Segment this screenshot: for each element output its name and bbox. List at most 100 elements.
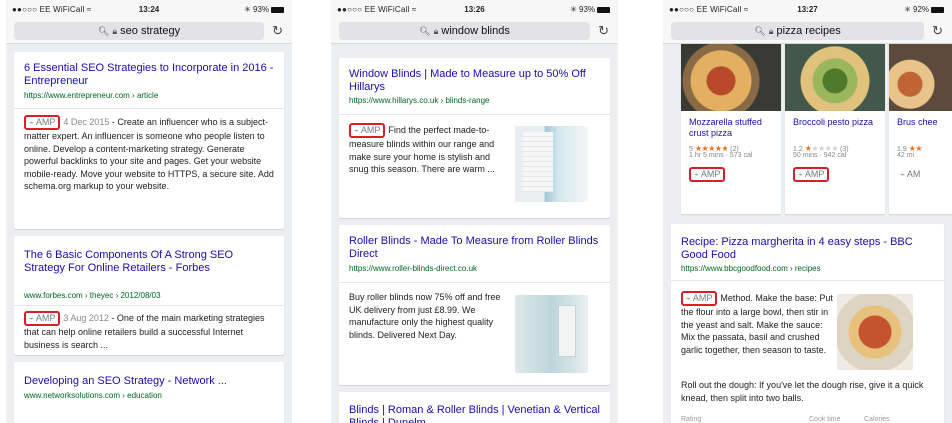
amp-badge: ⌁ AMP: [24, 311, 61, 326]
search-field[interactable]: 🔍︎ 🔒︎ window blinds: [339, 22, 590, 40]
result-snippet: ⌁ AMP Find the perfect made-to-measure bli…: [349, 123, 505, 176]
result-url: https://www.hillarys.co.uk › blinds-rang…: [349, 96, 490, 105]
result-card: 6 Essential SEO Strategies to Incorporat…: [14, 52, 284, 229]
result-snippet-continued: Roll out the dough: If you've let the do…: [681, 380, 924, 403]
result-url: https://www.bbcgoodfood.com › recipes: [681, 264, 821, 273]
url-bar: 🔍︎ 🔒︎ pizza recipes ↻: [663, 18, 952, 44]
recipe-image: [785, 44, 885, 111]
divider: [14, 108, 284, 109]
result-title-link[interactable]: Window Blinds | Made to Measure up to 50…: [349, 68, 600, 94]
status-bar: ●●○○○ EE WiFiCall ≈ 13:24 ✳ 93%: [6, 0, 292, 18]
url-bar: 🔍︎ 🔒︎ window blinds ↻: [331, 18, 618, 44]
result-title-link[interactable]: The 6 Basic Components Of A Strong SEO S…: [24, 249, 274, 275]
amp-badge: ⌁ AMP: [681, 291, 718, 306]
status-bar: ●●○○○ EE WiFiCall ≈ 13:27 ✳ 92%: [663, 0, 952, 18]
result-url: www.forbes.com › theyec › 2012/08/03: [24, 291, 161, 300]
recipe-meta: 42 mi: [897, 152, 915, 159]
cook-time-label: Cook time: [809, 416, 841, 423]
rating-label: Rating: [681, 416, 702, 423]
battery-icon: [271, 6, 284, 13]
divider: [339, 114, 610, 115]
result-title-link[interactable]: 6 Essential SEO Strategies to Incorporat…: [24, 62, 274, 88]
amp-bolt-icon: ⌁: [29, 314, 34, 323]
amp-bolt-icon: ⌁: [900, 170, 905, 179]
result-card: Blinds | Roman & Roller Blinds | Venetia…: [339, 392, 610, 423]
result-url: https://www.entrepreneur.com › article: [24, 91, 159, 100]
amp-badge: ⌁ AMP: [689, 167, 726, 182]
amp-badge: ⌁ AMP: [793, 167, 830, 182]
result-snippet: ⌁ AMP Method. Make the base: Put the flour…: [681, 291, 839, 356]
amp-bolt-icon: ⌁: [29, 118, 34, 127]
result-card: Recipe: Pizza margherita in 4 easy steps…: [671, 224, 944, 423]
recipe-title: Broccoli pesto pizza: [793, 117, 874, 127]
amp-badge: ⌁ AMP: [24, 115, 61, 130]
status-bar: ●●○○○ EE WiFiCall ≈ 13:26 ✳ 93%: [331, 0, 618, 18]
search-icon: 🔍︎: [754, 26, 766, 36]
reload-icon[interactable]: ↻: [932, 23, 943, 39]
result-title-link[interactable]: Blinds | Roman & Roller Blinds | Venetia…: [349, 404, 600, 423]
recipe-meta: 50 mins · 942 cal: [793, 152, 847, 159]
result-date: 3 Aug 2012: [63, 313, 109, 323]
result-card: The 6 Basic Components Of A Strong SEO S…: [14, 236, 284, 355]
amp-badge: ⌁ AMP: [349, 123, 386, 138]
result-snippet: ⌁ AMP 3 Aug 2012 - One of the main marketi…: [24, 311, 274, 351]
divider: [339, 282, 610, 283]
recipe-meta: 1 hr 5 mins · 573 cal: [689, 152, 753, 159]
search-icon: 🔍︎: [97, 26, 110, 36]
battery-indicator: ✳ 93%: [570, 5, 610, 14]
recipe-card[interactable]: Mozzarella stuffed crust pizza 5 ★★★★★ (…: [681, 44, 781, 214]
result-snippet: ⌁ AMP 4 Dec 2015 - Create an influencer wh…: [24, 115, 274, 193]
result-thumbnail-image[interactable]: [515, 295, 588, 373]
lock-icon: 🔒︎: [433, 26, 439, 36]
recipe-title: Mozzarella stuffed crust pizza: [689, 117, 762, 138]
recipe-image: [681, 44, 781, 111]
url-bar: 🔍︎ 🔒︎ seo strategy ↻: [6, 18, 292, 44]
result-thumbnail-image[interactable]: [837, 294, 913, 370]
phone-screen-blinds: ●●○○○ EE WiFiCall ≈ 13:26 ✳ 93% 🔍︎ 🔒︎ wind…: [331, 0, 618, 423]
amp-bolt-icon: ⌁: [798, 170, 803, 179]
battery-indicator: ✳ 92%: [904, 5, 944, 14]
divider: [671, 280, 944, 281]
divider: [14, 305, 284, 306]
result-date: 4 Dec 2015: [63, 117, 110, 127]
search-field[interactable]: 🔍︎ 🔒︎ seo strategy: [14, 22, 264, 40]
recipe-card[interactable]: Broccoli pesto pizza 1.2 ★★★★★ (3) 50 mi…: [785, 44, 885, 214]
amp-badge: ⌁ AM: [900, 169, 921, 179]
recipe-amp: ⌁ AM: [897, 164, 926, 182]
battery-icon: [931, 6, 944, 13]
search-icon: 🔍︎: [419, 26, 431, 36]
lock-icon: 🔒︎: [768, 26, 774, 36]
calories-label: Calories: [864, 416, 890, 423]
snippet-text: - Create an influencer who is a subject-…: [24, 117, 274, 191]
phone-screen-pizza: ●●○○○ EE WiFiCall ≈ 13:27 ✳ 92% 🔍︎ 🔒︎ pizz…: [663, 0, 952, 423]
result-card: Roller Blinds - Made To Measure from Rol…: [339, 225, 610, 385]
result-card: Developing an SEO Strategy - Network ...…: [14, 362, 284, 423]
recipe-title: Brus chee: [897, 117, 938, 127]
search-query: pizza recipes: [776, 25, 841, 37]
search-field[interactable]: 🔍︎ 🔒︎ pizza recipes: [671, 22, 924, 40]
recipe-card[interactable]: Brus chee 1.9 ★★ 42 mi ⌁ AM: [889, 44, 952, 214]
phone-screen-seo: ●●○○○ EE WiFiCall ≈ 13:24 ✳ 93% 🔍︎ 🔒︎ seo …: [6, 0, 292, 423]
result-url: https://www.roller-blinds-direct.co.uk: [349, 264, 478, 273]
result-url: www.networksolutions.com › education: [24, 391, 162, 400]
result-snippet: Buy roller blinds now 75% off and free U…: [349, 292, 501, 340]
amp-bolt-icon: ⌁: [686, 294, 691, 303]
search-query: seo strategy: [120, 25, 181, 37]
recipe-amp: ⌁ AMP: [793, 164, 832, 182]
recipe-image: [889, 44, 952, 111]
battery-icon: [597, 6, 610, 13]
battery-indicator: ✳ 93%: [244, 5, 284, 14]
search-query: window blinds: [441, 25, 510, 37]
snippet-text: - One of the main marketing strategies t…: [24, 313, 265, 350]
amp-bolt-icon: ⌁: [354, 126, 359, 135]
result-title-link[interactable]: Recipe: Pizza margherita in 4 easy steps…: [681, 236, 934, 262]
result-thumbnail-image[interactable]: [515, 126, 588, 202]
reload-icon[interactable]: ↻: [272, 23, 283, 39]
result-title-link[interactable]: Roller Blinds - Made To Measure from Rol…: [349, 235, 600, 261]
result-title-link[interactable]: Developing an SEO Strategy - Network ...: [24, 375, 274, 388]
reload-icon[interactable]: ↻: [598, 23, 609, 39]
recipe-amp: ⌁ AMP: [689, 164, 728, 182]
lock-icon: 🔒︎: [112, 26, 118, 36]
result-card: Window Blinds | Made to Measure up to 50…: [339, 58, 610, 218]
amp-bolt-icon: ⌁: [694, 170, 699, 179]
